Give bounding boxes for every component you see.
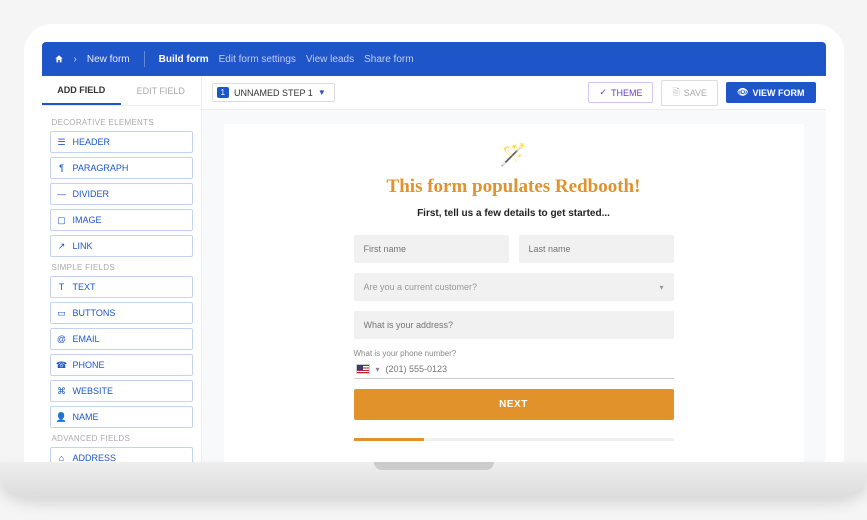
save-button[interactable]: 🗎SAVE [661,80,718,106]
step-number: 1 [217,87,229,98]
us-flag-icon[interactable] [356,364,370,374]
field-website[interactable]: ⌘WEBSITE [50,380,193,402]
form-subtitle: First, tell us a few details to get star… [417,208,610,219]
phone-input[interactable] [386,364,672,374]
phone-field[interactable]: ▾ [354,360,674,379]
home-icon[interactable] [54,54,64,64]
form-canvas: 🪄 This form populates Redbooth! First, t… [224,124,804,462]
website-icon: ⌘ [57,386,67,396]
wand-icon: ✓ [599,87,607,98]
link-icon: ↗ [57,241,67,251]
chevron-right-icon: › [74,54,77,65]
tab-edit-field[interactable]: EDIT FIELD [121,76,201,105]
first-name-input[interactable] [354,235,509,263]
field-link[interactable]: ↗LINK [50,235,193,257]
phone-icon: ☎ [57,360,67,370]
view-form-button[interactable]: 👁VIEW FORM [726,82,815,103]
step-label: UNNAMED STEP 1 [234,88,313,98]
tab-add-field[interactable]: ADD FIELD [42,76,122,105]
field-text[interactable]: TTEXT [50,276,193,298]
header-icon: ☰ [57,137,67,147]
theme-button[interactable]: ✓THEME [588,82,653,103]
field-paragraph[interactable]: ¶PARAGRAPH [50,157,193,179]
section-decorative: DECORATIVE ELEMENTS [52,118,193,127]
address-input[interactable] [354,311,674,339]
breadcrumb-current: New form [87,54,130,65]
last-name-input[interactable] [519,235,674,263]
form-toolbar: 1 UNNAMED STEP 1 ▼ ✓THEME 🗎SAVE 👁VIEW FO… [202,76,826,110]
field-image[interactable]: ▢IMAGE [50,209,193,231]
image-icon: ▢ [57,215,67,225]
save-icon: 🗎 [672,85,679,101]
nav-view-leads[interactable]: View leads [306,54,354,65]
field-address[interactable]: ⌂ADDRESS [50,447,193,462]
section-advanced: ADVANCED FIELDS [52,434,193,443]
phone-label: What is your phone number? [354,349,674,358]
field-header[interactable]: ☰HEADER [50,131,193,153]
progress-bar [354,438,674,441]
form-title: This form populates Redbooth! [387,176,641,198]
chevron-down-icon[interactable]: ▾ [376,365,380,374]
field-phone[interactable]: ☎PHONE [50,354,193,376]
chevron-down-icon: ▼ [318,88,326,97]
text-icon: T [57,282,67,292]
field-email[interactable]: @EMAIL [50,328,193,350]
field-sidebar: ADD FIELD EDIT FIELD DECORATIVE ELEMENTS… [42,76,202,462]
buttons-icon: ▭ [57,308,67,318]
divider [144,51,145,67]
laptop-base [0,462,867,496]
field-name[interactable]: 👤NAME [50,406,193,428]
nav-build-form[interactable]: Build form [159,54,209,65]
next-button[interactable]: NEXT [354,389,674,420]
field-divider[interactable]: —DIVIDER [50,183,193,205]
field-buttons[interactable]: ▭BUTTONS [50,302,193,324]
divider-icon: — [57,189,67,199]
step-selector[interactable]: 1 UNNAMED STEP 1 ▼ [212,83,335,102]
customer-select[interactable]: Are you a current customer? ▾ [354,273,674,301]
top-nav-bar: › New form Build form Edit form settings… [42,42,826,76]
paragraph-icon: ¶ [57,163,67,173]
magic-wand-icon: 🪄 [500,142,527,168]
eye-icon: 👁 [737,87,748,98]
nav-share-form[interactable]: Share form [364,54,413,65]
nav-edit-settings[interactable]: Edit form settings [219,54,296,65]
section-simple: SIMPLE FIELDS [52,263,193,272]
address-icon: ⌂ [57,453,67,462]
name-icon: 👤 [57,412,67,422]
chevron-down-icon: ▾ [659,283,663,292]
email-icon: @ [57,334,67,344]
